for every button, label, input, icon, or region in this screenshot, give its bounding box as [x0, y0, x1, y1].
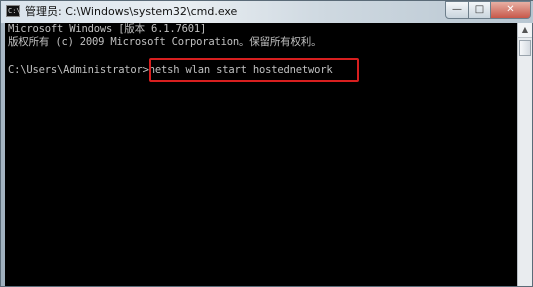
- console-output[interactable]: Microsoft Windows [版本 6.1.7601] 版权所有 (c)…: [5, 23, 517, 286]
- version-line: Microsoft Windows [版本 6.1.7601]: [8, 23, 207, 35]
- maximize-button[interactable]: □: [469, 1, 491, 19]
- close-button[interactable]: ✕: [491, 1, 531, 19]
- scrollbar-thumb[interactable]: [519, 40, 531, 56]
- caption-buttons: — □ ✕: [445, 1, 531, 20]
- command-highlight-box: [149, 58, 359, 82]
- scroll-up-arrow-icon[interactable]: ▲: [518, 23, 532, 38]
- prompt: C:\Users\Administrator>: [8, 64, 149, 76]
- cmd-window: C:\ 管理员: C:\Windows\system32\cmd.exe — □…: [0, 0, 533, 287]
- vertical-scrollbar[interactable]: ▲: [517, 23, 532, 286]
- minimize-button[interactable]: —: [445, 1, 469, 19]
- copyright-line: 版权所有 (c) 2009 Microsoft Corporation。保留所有…: [8, 36, 322, 48]
- window-title: 管理员: C:\Windows\system32\cmd.exe: [25, 5, 238, 18]
- cmd-icon[interactable]: C:\: [6, 5, 21, 17]
- title-bar[interactable]: C:\ 管理员: C:\Windows\system32\cmd.exe — □…: [1, 1, 533, 23]
